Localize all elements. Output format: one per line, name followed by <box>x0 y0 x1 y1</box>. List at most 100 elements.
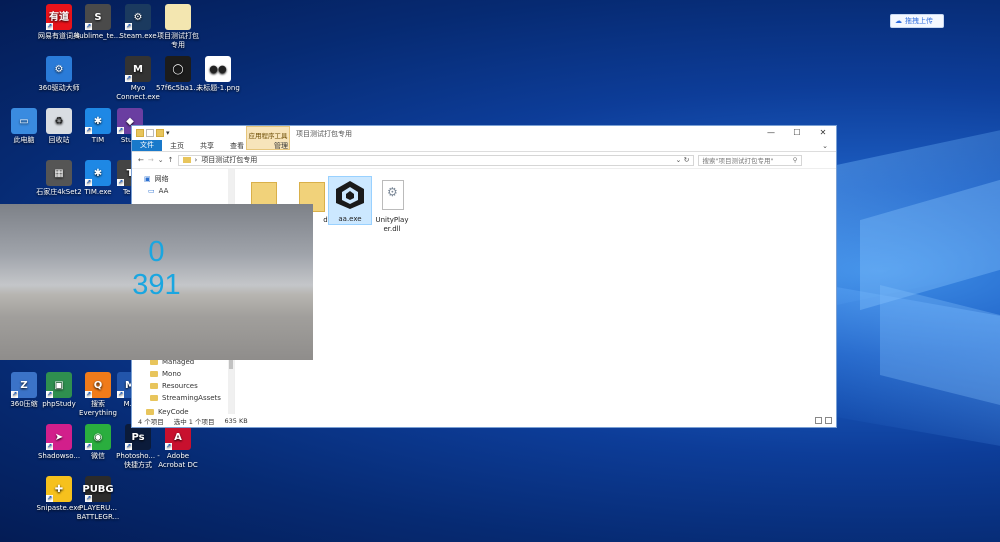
minimize-button[interactable]: — <box>758 126 784 140</box>
tab-home[interactable]: 主页 <box>162 141 192 151</box>
desktop-icon-label: PLAYERU... BATTLEGR... <box>76 504 120 521</box>
folder-icon[interactable] <box>136 129 144 137</box>
untitled-png-icon: ●● <box>205 56 231 82</box>
ribbon-expand-icon[interactable]: ⌄ <box>822 142 828 150</box>
folder-icon[interactable] <box>156 129 164 137</box>
up-button[interactable]: ↑ <box>168 156 174 164</box>
status-bar: 4 个项目 选中 1 个项目 635 KB <box>132 414 836 427</box>
address-bar[interactable]: › 项目测试打包专用 ⌄ ↻ <box>177 154 694 166</box>
compress360-icon: Z ↗ <box>11 372 37 398</box>
phpstudy-icon: ▣ ↗ <box>46 372 72 398</box>
maximize-button[interactable]: ☐ <box>784 126 810 140</box>
forward-button[interactable]: → <box>148 156 154 164</box>
shortcut-arrow-icon: ↗ <box>85 443 92 450</box>
large-icons-view-icon[interactable] <box>825 417 832 424</box>
desktop-icon-label: 未标题-1.png <box>196 84 240 92</box>
breadcrumb-separator: › <box>194 156 198 164</box>
shortcut-arrow-icon: ↗ <box>85 495 92 502</box>
window-title: 项目测试打包专用 <box>296 130 352 138</box>
search-input[interactable]: 搜索"项目测试打包专用" ⚲ <box>697 154 802 166</box>
file-item-unityplayer-dll[interactable]: ⚙ UnityPlayer.dll <box>370 178 414 234</box>
nav-item-mono[interactable]: Mono <box>150 368 221 380</box>
network-icon: ▣ <box>144 175 151 183</box>
recent-locations-button[interactable]: ⌄ <box>158 156 164 164</box>
pubg-icon: PUBG ↗ <box>82 476 114 502</box>
shortcut-arrow-icon: ↗ <box>125 75 132 82</box>
youdao-icon: 有道 ↗ <box>46 4 72 30</box>
shortcut-arrow-icon: ↗ <box>125 443 132 450</box>
details-view-icon[interactable] <box>815 417 822 424</box>
desktop-icon-acrobat[interactable]: A ↗ Adobe Acrobat DC <box>154 424 202 470</box>
desktop-icon-pkg-folder[interactable]: 项目测试打包专用 <box>154 4 202 50</box>
shortcut-arrow-icon: ↗ <box>46 495 53 502</box>
file-item-aa-exe[interactable]: aa.exe <box>328 176 372 225</box>
folder-icon <box>150 383 158 389</box>
search-icon: ⚲ <box>792 156 798 164</box>
nav-item-network[interactable]: ▣ 网络 <box>132 173 234 185</box>
desktop-icon-label: 360驱动大师 <box>38 84 80 92</box>
title-bar[interactable]: ▾ 应用程序工具 项目测试打包专用 — ☐ ✕ <box>132 126 836 150</box>
shortcut-arrow-icon: ↗ <box>85 23 92 30</box>
tab-file[interactable]: 文件 <box>132 140 162 151</box>
view-switcher <box>815 417 832 424</box>
img-57-icon: ◯ <box>165 56 191 82</box>
back-button[interactable]: ← <box>138 156 144 164</box>
cloud-icon: ☁ <box>895 17 902 25</box>
wallpaper-light-beam <box>860 179 1000 311</box>
wallpaper-light-beam <box>880 285 1000 405</box>
recycle-bin-icon: ♻ <box>46 108 72 134</box>
this-pc-icon: ▭ <box>11 108 37 134</box>
selection-count: 选中 1 个项目 <box>173 417 215 426</box>
dropdown-icon[interactable]: ▾ <box>166 129 172 137</box>
shadowsocks-icon: ➤ ↗ <box>46 424 72 450</box>
computer-icon: ▭ <box>148 187 155 195</box>
item-count: 4 个项目 <box>138 417 164 426</box>
drag-upload-button[interactable]: ☁ 拖拽上传 <box>890 14 944 28</box>
folder-icon <box>150 395 158 401</box>
wallpaper-light-beam <box>820 284 1000 446</box>
close-button[interactable]: ✕ <box>810 126 836 140</box>
game-window[interactable]: 0 391 <box>0 204 313 360</box>
nav-item-streamingassets[interactable]: StreamingAssets <box>150 392 221 404</box>
desktop-icon-label: 项目测试打包专用 <box>157 32 199 49</box>
tab-share[interactable]: 共享 <box>192 141 222 151</box>
myo-icon: M ↗ <box>125 56 151 82</box>
driver-icon: ⚙ <box>46 56 72 82</box>
refresh-icon[interactable]: ⌄ ↻ <box>676 156 690 164</box>
shortcut-arrow-icon: ↗ <box>125 23 132 30</box>
nav-item-aa[interactable]: ▭ AA <box>132 185 234 197</box>
breadcrumb[interactable]: 项目测试打包专用 <box>201 155 257 165</box>
tab-view[interactable]: 查看 <box>222 141 252 151</box>
desktop-icon-untitled-png[interactable]: ●● 未标题-1.png <box>194 56 242 93</box>
unity-icon <box>331 177 369 213</box>
shortcut-arrow-icon: ↗ <box>85 391 92 398</box>
shortcut-arrow-icon: ↗ <box>46 23 53 30</box>
selection-size: 635 KB <box>224 416 248 425</box>
shortcut-arrow-icon: ↗ <box>165 443 172 450</box>
nav-item-resources[interactable]: Resources <box>150 380 221 392</box>
dll-file-icon: ⚙ <box>373 178 411 214</box>
sublime-icon: S ↗ <box>85 4 111 30</box>
shortcut-arrow-icon: ↗ <box>117 391 124 398</box>
shortcut-arrow-icon: ↗ <box>117 127 124 134</box>
tab-manage[interactable]: 管理 <box>266 141 296 151</box>
snipaste-icon: ✚ ↗ <box>46 476 72 502</box>
pkg-folder-icon <box>165 4 191 30</box>
desktop-icon-pubg[interactable]: PUBG ↗ PLAYERU... BATTLEGR... <box>74 476 122 522</box>
shortcut-arrow-icon: ↗ <box>46 443 53 450</box>
shijiazhuang-icon: ▦ <box>46 160 72 186</box>
desktop-icon-driver[interactable]: ⚙ 360驱动大师 <box>35 56 83 93</box>
wechat-icon: ◉ ↗ <box>85 424 111 450</box>
folder-icon <box>150 371 158 377</box>
desktop-icon-label: Adobe Acrobat DC <box>158 452 198 469</box>
check-icon[interactable] <box>146 129 154 137</box>
steam-icon: ⚙ ↗ <box>125 4 151 30</box>
shortcut-arrow-icon: ↗ <box>117 179 124 186</box>
shortcut-arrow-icon: ↗ <box>46 391 53 398</box>
ribbon-tabs: 文件 主页 共享 查看 管理 ⌄ <box>132 140 836 152</box>
nav-folder-list: Managed Mono Resources StreamingAssets <box>150 356 221 404</box>
window-controls: — ☐ ✕ <box>758 126 836 140</box>
score-bottom: 391 <box>132 269 181 301</box>
shortcut-arrow-icon: ↗ <box>85 127 92 134</box>
folder-icon <box>182 157 191 163</box>
